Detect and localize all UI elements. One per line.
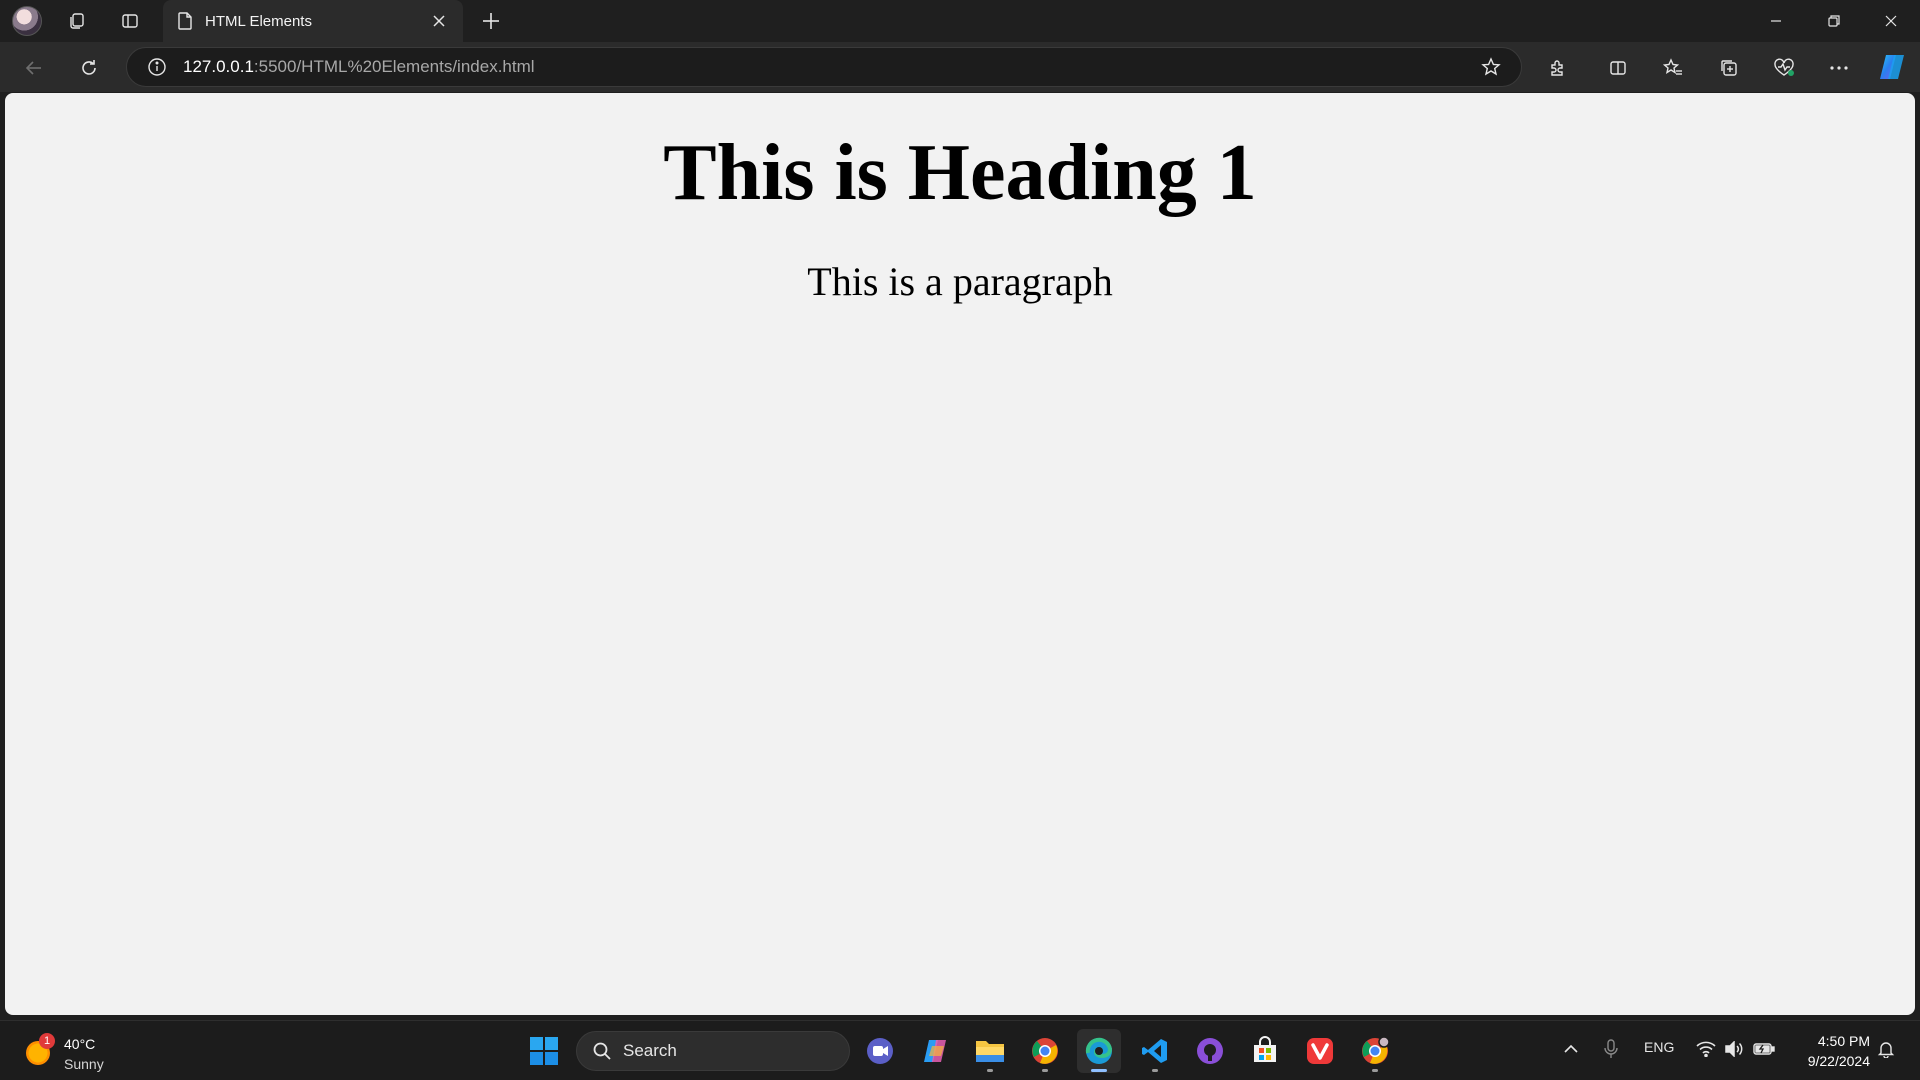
url-host: 127.0.0.1 xyxy=(183,57,254,76)
site-info-icon[interactable] xyxy=(145,55,169,79)
running-indicator xyxy=(1372,1069,1378,1072)
active-indicator xyxy=(1091,1069,1107,1072)
tab-title: HTML Elements xyxy=(205,12,312,30)
restore-button[interactable] xyxy=(1805,0,1863,42)
running-indicator xyxy=(1042,1069,1048,1072)
browser-essentials-icon[interactable] xyxy=(1766,50,1802,86)
browser-toolbar: 127.0.0.1:5500/HTML%20Elements/index.htm… xyxy=(0,42,1920,124)
split-screen-icon[interactable] xyxy=(1600,50,1636,86)
page-document-icon xyxy=(175,11,195,31)
new-tab-button[interactable] xyxy=(476,6,506,36)
teams-meet-icon[interactable] xyxy=(858,1029,902,1073)
clock-date: 9/22/2024 xyxy=(1807,1053,1870,1069)
chrome-icon[interactable] xyxy=(1023,1029,1067,1073)
chrome-profile-icon[interactable] xyxy=(1353,1029,1397,1073)
collections-icon[interactable] xyxy=(1711,50,1747,86)
extensions-icon[interactable] xyxy=(1540,50,1576,86)
language-indicator[interactable]: ENG xyxy=(1644,1039,1674,1055)
back-button[interactable] xyxy=(16,50,52,86)
more-options-icon[interactable] xyxy=(1821,50,1857,86)
search-icon xyxy=(591,1040,613,1062)
chevron-up-icon[interactable] xyxy=(1559,1037,1583,1061)
url-path: :5500/HTML%20Elements/index.html xyxy=(253,57,535,76)
page-heading: This is Heading 1 xyxy=(663,129,1257,217)
weather-temperature: 40°C xyxy=(64,1036,96,1052)
notifications-bell-icon[interactable] xyxy=(1874,1037,1898,1061)
weather-widget[interactable]: 1 40°C Sunny xyxy=(26,1031,146,1073)
favorite-star-icon[interactable] xyxy=(1477,53,1505,81)
file-explorer-icon[interactable] xyxy=(968,1029,1012,1073)
start-button[interactable] xyxy=(522,1029,566,1073)
close-tab-icon[interactable] xyxy=(427,9,451,33)
page-viewport: This is Heading 1 This is a paragraph xyxy=(5,93,1915,1015)
running-indicator xyxy=(987,1069,993,1072)
search-label: Search xyxy=(623,1041,677,1060)
profile-avatar[interactable] xyxy=(12,6,42,36)
wifi-icon[interactable] xyxy=(1694,1037,1718,1061)
battery-icon[interactable] xyxy=(1752,1037,1776,1061)
edge-icon[interactable] xyxy=(1077,1029,1121,1073)
taskbar-search[interactable]: Search xyxy=(576,1031,850,1071)
notification-badge: 1 xyxy=(39,1033,55,1049)
url-text[interactable]: 127.0.0.1:5500/HTML%20Elements/index.htm… xyxy=(183,57,1477,77)
vscode-icon[interactable] xyxy=(1133,1029,1177,1073)
browser-tab[interactable]: HTML Elements xyxy=(163,0,463,42)
vivaldi-icon[interactable] xyxy=(1298,1029,1342,1073)
workspaces-icon[interactable] xyxy=(62,6,92,36)
title-bar: HTML Elements xyxy=(0,0,1920,42)
page-paragraph: This is a paragraph xyxy=(807,259,1113,304)
address-bar[interactable]: 127.0.0.1:5500/HTML%20Elements/index.htm… xyxy=(126,47,1522,87)
vertical-tabs-icon[interactable] xyxy=(115,6,145,36)
favorites-icon[interactable] xyxy=(1655,50,1691,86)
github-icon[interactable] xyxy=(1188,1029,1232,1073)
close-window-button[interactable] xyxy=(1862,0,1920,42)
weather-condition: Sunny xyxy=(64,1056,104,1072)
refresh-button[interactable] xyxy=(71,50,107,86)
clock-time: 4:50 PM xyxy=(1817,1033,1870,1049)
microphone-icon[interactable] xyxy=(1599,1037,1623,1061)
volume-icon[interactable] xyxy=(1722,1037,1746,1061)
copilot-app-icon[interactable] xyxy=(913,1029,957,1073)
taskbar: 1 40°C Sunny Search ENG 4:50 PM 9/22/202… xyxy=(0,1020,1920,1080)
copilot-icon[interactable] xyxy=(1876,51,1908,83)
running-indicator xyxy=(1152,1069,1158,1072)
minimize-button[interactable] xyxy=(1747,0,1805,42)
system-clock[interactable]: 4:50 PM 9/22/2024 xyxy=(1780,1031,1870,1071)
microsoft-store-icon[interactable] xyxy=(1243,1029,1287,1073)
